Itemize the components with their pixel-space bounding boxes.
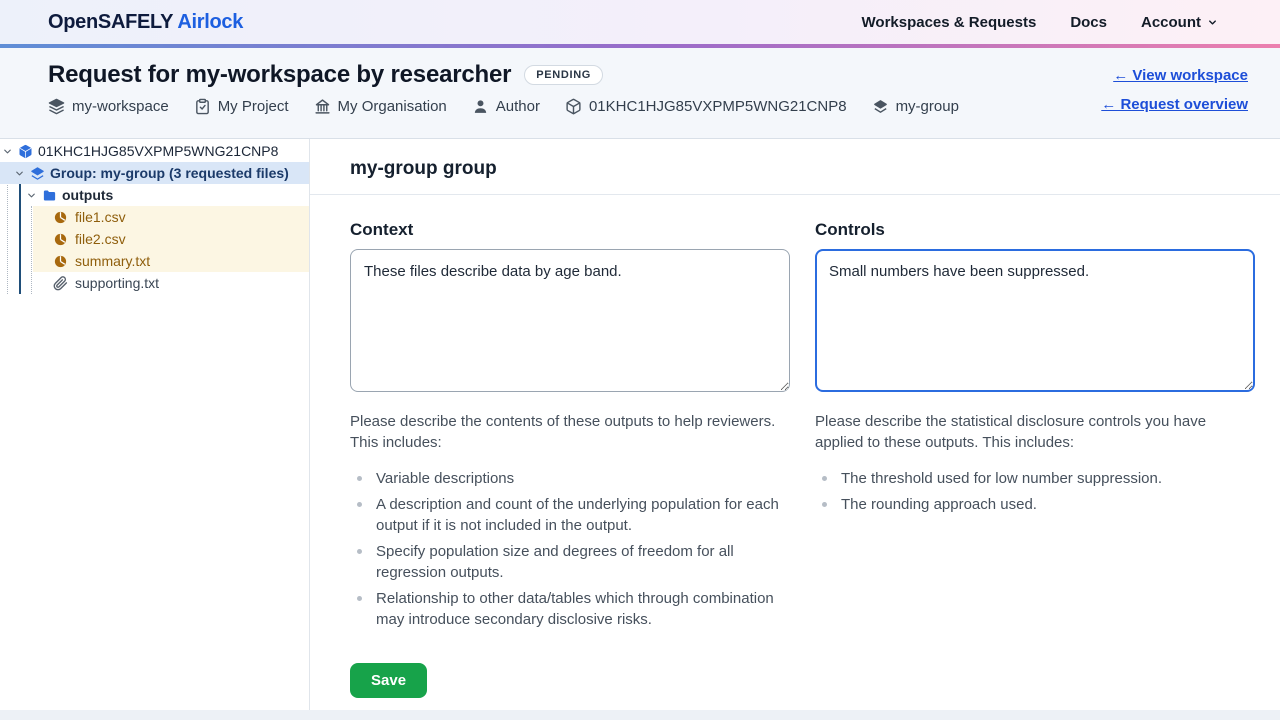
help-bullet: A description and count of the underlyin… (350, 494, 790, 536)
app-logo[interactable]: OpenSAFELY Airlock (48, 11, 243, 34)
meta-label: My Organisation (338, 98, 447, 115)
page-header-left: Request for my-workspace by researcher P… (48, 61, 959, 138)
status-badge: PENDING (524, 65, 603, 85)
tree-file-label: file2.csv (75, 231, 126, 247)
nav-account-menu[interactable]: Account (1141, 14, 1218, 31)
group-title: my-group group (350, 158, 1240, 180)
controls-help-list: The threshold used for low number suppre… (815, 468, 1255, 515)
page-header: Request for my-workspace by researcher P… (0, 48, 1280, 139)
folder-icon (42, 188, 57, 203)
chevron-down-icon (1207, 17, 1218, 28)
logo-primary: OpenSAFELY (48, 11, 173, 33)
logo-secondary: Airlock (177, 11, 243, 33)
meta-label: Author (496, 98, 540, 115)
tree-node-summary[interactable]: summary.txt (0, 250, 309, 272)
nav-workspaces-requests[interactable]: Workspaces & Requests (862, 14, 1037, 31)
user-icon (472, 98, 489, 115)
meta-organisation: My Organisation (314, 98, 447, 115)
help-bullet: Variable descriptions (350, 468, 790, 489)
content-area: 01KHC1HJG85VXPMP5WNG21CNP8 Group: my-gro… (0, 139, 1280, 710)
layers-icon (48, 98, 65, 115)
controls-help-intro: Please describe the statistical disclosu… (815, 411, 1255, 453)
request-overview-link[interactable]: ← Request overview (1101, 96, 1248, 113)
context-help: Please describe the contents of these ou… (350, 411, 790, 630)
context-textarea[interactable]: These files describe data by age band. (350, 249, 790, 392)
tree-node-supporting[interactable]: supporting.txt (0, 272, 309, 294)
group-detail-panel: my-group group Context These files descr… (310, 139, 1280, 710)
meta-workspace: my-workspace (48, 98, 169, 115)
tree-node-outputs-folder[interactable]: outputs (0, 184, 309, 206)
tree-node-label: 01KHC1HJG85VXPMP5WNG21CNP8 (38, 143, 278, 159)
clipboard-icon (194, 98, 211, 115)
context-help-list: Variable descriptions A description and … (350, 468, 790, 630)
meta-group: my-group (872, 98, 959, 115)
meta-project: My Project (194, 98, 289, 115)
nav-docs[interactable]: Docs (1070, 14, 1107, 31)
controls-help: Please describe the statistical disclosu… (815, 411, 1255, 515)
page-header-links: ← View workspace ← Request overview (1101, 61, 1248, 138)
nav-links: Workspaces & Requests Docs Account (862, 14, 1218, 31)
output-file-icon (53, 232, 68, 247)
cube-icon (565, 98, 582, 115)
top-nav: OpenSAFELY Airlock Workspaces & Requests… (0, 0, 1280, 44)
meta-label: 01KHC1HJG85VXPMP5WNG21CNP8 (589, 98, 847, 115)
help-bullet: Specify population size and degrees of f… (350, 541, 790, 583)
chevron-down-icon[interactable] (14, 168, 25, 179)
context-controls-form: Context These files describe data by age… (310, 195, 1280, 635)
output-file-icon (53, 254, 68, 269)
controls-column: Controls Small numbers have been suppres… (815, 220, 1255, 635)
save-button[interactable]: Save (350, 663, 427, 698)
context-column: Context These files describe data by age… (350, 220, 790, 635)
chevron-down-icon[interactable] (26, 190, 37, 201)
tree-file-label: summary.txt (75, 253, 150, 269)
panel-footer: Save (310, 635, 1280, 710)
context-heading: Context (350, 220, 790, 240)
chevron-down-icon[interactable] (2, 146, 13, 157)
meta-author: Author (472, 98, 540, 115)
file-tree-sidebar: 01KHC1HJG85VXPMP5WNG21CNP8 Group: my-gro… (0, 139, 310, 710)
organisation-icon (314, 98, 331, 115)
paperclip-icon (53, 276, 68, 291)
view-workspace-link[interactable]: ← View workspace (1113, 67, 1248, 84)
layers-icon (872, 98, 889, 115)
help-bullet: Relationship to other data/tables which … (350, 588, 790, 630)
tree-file-label: file1.csv (75, 209, 126, 225)
context-help-intro: Please describe the contents of these ou… (350, 411, 790, 453)
title-row: Request for my-workspace by researcher P… (48, 61, 959, 89)
tree-node-file2[interactable]: file2.csv (0, 228, 309, 250)
page-title: Request for my-workspace by researcher (48, 61, 511, 89)
tree-node-file1[interactable]: file1.csv (0, 206, 309, 228)
meta-label: My Project (218, 98, 289, 115)
nav-label: Workspaces & Requests (862, 14, 1037, 31)
cube-icon (18, 144, 33, 159)
tree-node-label: outputs (62, 187, 113, 203)
tree-node-label: Group: my-group (3 requested files) (50, 165, 289, 181)
help-bullet: The rounding approach used. (815, 494, 1255, 515)
meta-label: my-group (896, 98, 959, 115)
meta-label: my-workspace (72, 98, 169, 115)
tree-node-request-root[interactable]: 01KHC1HJG85VXPMP5WNG21CNP8 (0, 140, 309, 162)
meta-request-id: 01KHC1HJG85VXPMP5WNG21CNP8 (565, 98, 847, 115)
help-bullet: The threshold used for low number suppre… (815, 468, 1255, 489)
layers-icon (30, 166, 45, 181)
output-file-icon (53, 210, 68, 225)
controls-textarea[interactable]: Small numbers have been suppressed. (815, 249, 1255, 392)
nav-label: Docs (1070, 14, 1107, 31)
tree-node-group-selected[interactable]: Group: my-group (3 requested files) (0, 162, 309, 184)
breadcrumb: my-workspace My Project My Organisation … (48, 98, 959, 115)
controls-heading: Controls (815, 220, 1255, 240)
nav-label: Account (1141, 14, 1201, 31)
panel-header: my-group group (310, 139, 1280, 195)
tree-file-label: supporting.txt (75, 275, 159, 291)
